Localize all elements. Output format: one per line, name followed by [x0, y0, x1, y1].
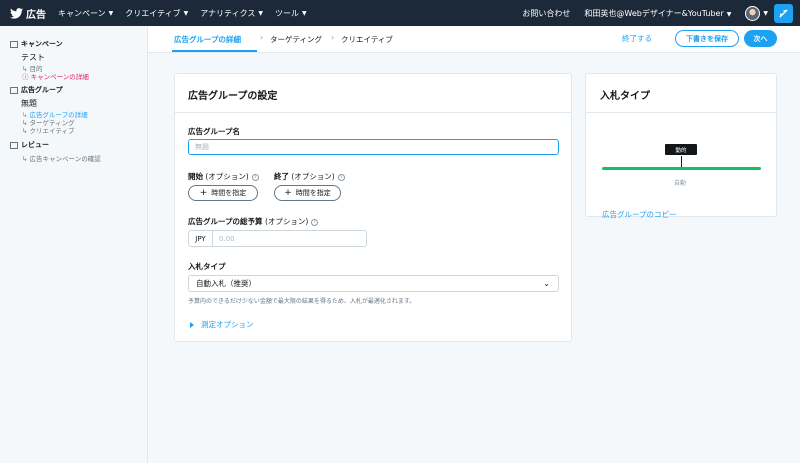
budget-field[interactable]: JPY 0.00 — [188, 230, 367, 247]
top-nav-bar: 広告 キャンペーン ▼ クリエイティブ ▼ アナリティクス ▼ ツール ▼ お問い合わせ… — [0, 0, 800, 26]
sidebar-item-campaign-details-label: キャンペーンの詳細 — [30, 73, 89, 81]
step-creative[interactable]: クリエイティブ — [341, 34, 393, 45]
divider — [175, 112, 571, 113]
twitter-bird-icon — [10, 7, 23, 19]
sidebar: キャンペーン テスト ↳ 目的 ⓘ キャンペーンの詳細 広告グループ 無題 ↳ … — [0, 26, 148, 463]
chevron-right-icon: › — [260, 33, 264, 42]
budget-optional-text: (オプション) — [262, 217, 309, 226]
bid-type-label: 入札タイプ — [188, 262, 226, 271]
chevron-down-icon: ⌄ — [543, 279, 550, 288]
sidebar-item-campaign-details[interactable]: ⓘ キャンペーンの詳細 — [22, 71, 89, 81]
exit-link[interactable]: 終了する — [622, 33, 652, 44]
sidebar-item-creative-label: クリエイティブ — [29, 127, 75, 135]
account-name: 和田英也@Webデザイナー&YouTuber — [584, 8, 724, 18]
adgroup-settings-card: 広告グループの設定 広告グループ名 無題 開始 (オプション) i 終了 (オプシ… — [174, 73, 572, 342]
bid-caption: 自動 — [674, 180, 687, 187]
budget-input[interactable]: 0.00 — [213, 231, 235, 246]
end-label-text: 終了 — [274, 172, 289, 181]
end-set-time-button[interactable]: + 時間を指定 — [274, 185, 341, 201]
measurement-options-toggle[interactable]: 測定オプション — [190, 319, 254, 330]
step-adgroup-details[interactable]: 広告グループの詳細 — [174, 34, 241, 45]
error-icon: ⓘ — [22, 73, 29, 81]
end-optional-text: (オプション) — [289, 172, 335, 181]
bid-type-value: 自動入札（推奨） — [196, 279, 256, 288]
start-optional-text: (オプション) — [203, 172, 249, 181]
bid-range-bar — [602, 167, 761, 170]
budget-label: 広告グループの総予算 (オプション) i — [188, 216, 319, 227]
sidebar-review-header: レビュー — [21, 141, 49, 149]
chevron-right-icon: › — [331, 33, 335, 42]
plus-icon: + — [199, 188, 208, 198]
measurement-options-label: 測定オプション — [201, 320, 254, 329]
sidebar-item-creative[interactable]: ↳ クリエイティブ — [22, 125, 75, 135]
bid-type-panel: 入札タイプ 動的 自動 広告グループのコピー — [585, 73, 777, 220]
step-targeting[interactable]: ターゲティング — [270, 34, 322, 45]
info-icon[interactable]: i — [311, 218, 319, 226]
budget-label-text: 広告グループの総予算 — [188, 217, 263, 226]
nav-analytics-label: アナリティクス — [200, 8, 256, 18]
folder-icon — [10, 40, 18, 48]
save-draft-button[interactable]: 下書きを保存 — [675, 30, 739, 47]
sidebar-campaign-name[interactable]: テスト — [21, 52, 45, 63]
next-button[interactable]: 次へ — [744, 30, 777, 47]
bid-panel-title: 入札タイプ — [600, 91, 650, 102]
bid-type-select[interactable]: 自動入札（推奨） ⌄ — [188, 275, 559, 292]
end-set-time-label: 時間を指定 — [295, 189, 331, 197]
feather-pen-icon — [779, 8, 788, 18]
brand-label: 広告 — [26, 9, 46, 21]
nav-tools-label: ツール — [274, 8, 299, 18]
sidebar-section-review[interactable]: レビュー — [10, 140, 49, 150]
end-label: 終了 (オプション) i — [274, 171, 345, 182]
stepper-bar: 広告グループの詳細 › ターゲティング › クリエイティブ 終了する 下書きを保… — [148, 26, 800, 53]
sidebar-section-campaign[interactable]: キャンペーン — [10, 39, 63, 49]
sidebar-item-review-label: 広告キャンペーンの確認 — [29, 155, 101, 163]
sidebar-adgroup-name[interactable]: 無題 — [21, 98, 37, 109]
bid-flag-label: 動的 — [665, 144, 697, 155]
nav-campaigns-label: キャンペーン — [58, 8, 106, 18]
divider — [586, 112, 776, 113]
start-set-time-label: 時間を指定 — [211, 189, 247, 197]
folder-icon — [10, 86, 18, 94]
plus-icon: + — [284, 188, 292, 198]
chevron-down-icon: ▼ — [108, 9, 114, 17]
chevron-down-icon: ▼ — [258, 9, 263, 17]
account-menu[interactable]: 和田英也@Webデザイナー&YouTuber ▼ — [584, 8, 731, 19]
bid-help-text: 予算内のできるだけ少ない金額で最大限の結果を得るため、入札が最適化されます。 — [188, 298, 416, 305]
nav-campaigns[interactable]: キャンペーン ▼ — [58, 8, 113, 19]
twitter-ads-logo[interactable]: 広告 — [10, 6, 46, 21]
start-label: 開始 (オプション) i — [188, 171, 259, 182]
start-label-text: 開始 — [188, 172, 203, 181]
nav-tools[interactable]: ツール ▼ — [275, 8, 307, 19]
adgroup-name-input[interactable]: 無題 — [188, 139, 559, 155]
info-icon[interactable]: i — [251, 173, 259, 181]
nav-analytics[interactable]: アナリティクス ▼ — [200, 8, 263, 19]
chevron-down-icon[interactable]: ▼ — [763, 10, 768, 17]
start-set-time-button[interactable]: + 時間を指定 — [188, 185, 258, 201]
folder-icon — [10, 141, 18, 149]
caret-right-icon — [190, 321, 194, 328]
nav-creatives-label: クリエイティブ — [125, 8, 181, 18]
info-icon[interactable]: i — [337, 173, 345, 181]
card-title: 広告グループの設定 — [188, 91, 278, 102]
avatar[interactable] — [745, 5, 761, 21]
currency-label: JPY — [189, 231, 213, 246]
sidebar-section-adgroup[interactable]: 広告グループ — [10, 85, 63, 95]
chevron-down-icon: ▼ — [301, 9, 307, 17]
compose-button[interactable] — [774, 3, 793, 23]
sidebar-campaign-header: キャンペーン — [21, 40, 63, 48]
copy-adgroup-link[interactable]: 広告グループのコピー — [602, 209, 677, 220]
adgroup-name-label: 広告グループ名 — [188, 127, 241, 136]
sidebar-item-review[interactable]: ↳ 広告キャンペーンの確認 — [22, 153, 101, 163]
nav-creatives[interactable]: クリエイティブ ▼ — [125, 8, 188, 19]
active-step-underline — [172, 50, 257, 52]
nav-right-group: お問い合わせ 和田英也@Webデザイナー&YouTuber ▼ ▼ — [522, 0, 800, 26]
sidebar-adgroup-header: 広告グループ — [21, 86, 63, 94]
chevron-down-icon: ▼ — [726, 10, 732, 18]
contact-link[interactable]: お問い合わせ — [522, 8, 570, 19]
chevron-down-icon: ▼ — [183, 9, 189, 17]
